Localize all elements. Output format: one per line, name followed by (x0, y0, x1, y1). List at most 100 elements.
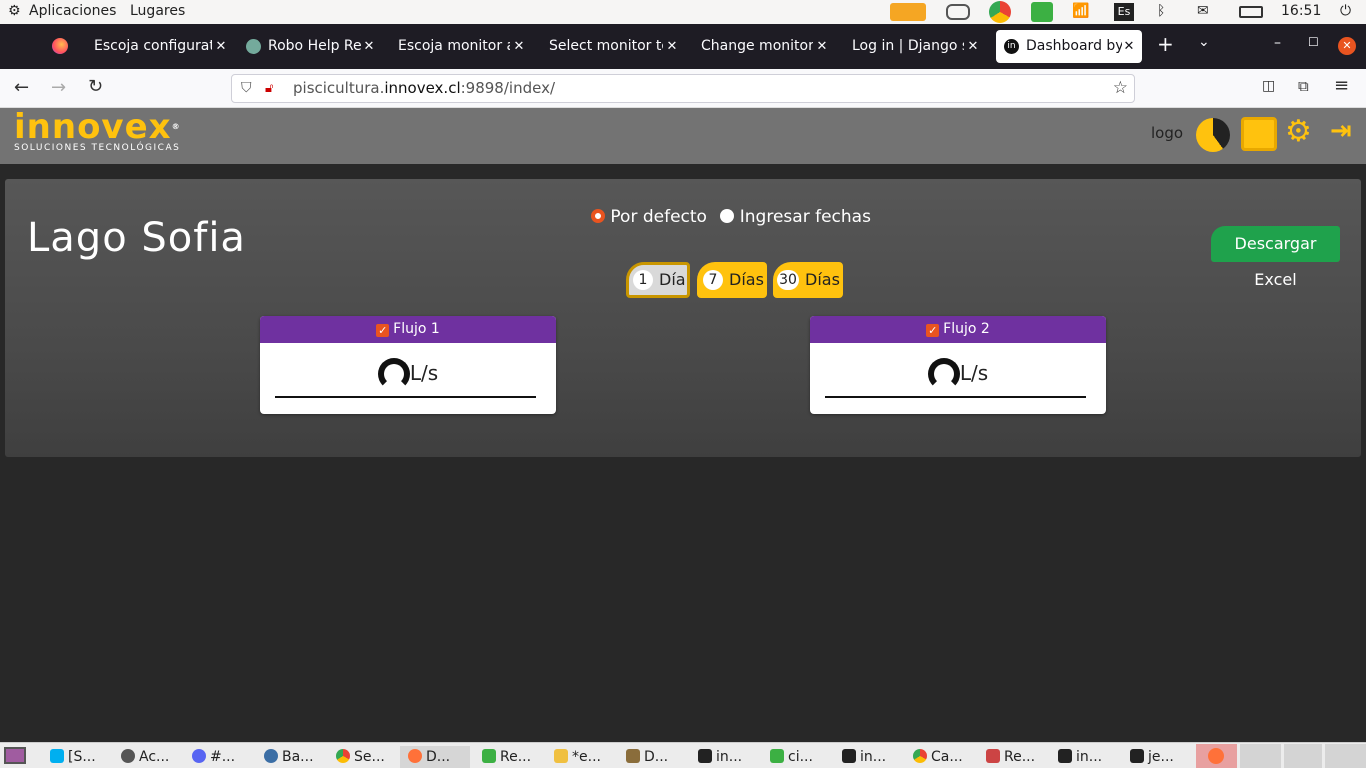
taskbar-item[interactable]: Ba... (264, 746, 314, 768)
extensions-icon[interactable]: ⧉ (1298, 77, 1309, 95)
close-icon[interactable]: ✕ (966, 30, 980, 63)
flow-card-1: ✓ Flujo 1 L/s (260, 316, 556, 414)
radio-ingresar-fechas[interactable] (720, 209, 735, 223)
clock[interactable]: 16:51 (1281, 3, 1321, 19)
tab-dashboard[interactable]: in Dashboard by ✕ (996, 30, 1142, 63)
tab-select-monitor[interactable]: Select monitor to ✕ (549, 30, 679, 63)
innovex-logo[interactable]: innovex® (14, 108, 181, 146)
workspace-2[interactable] (1240, 744, 1281, 768)
brand-subtitle: SOLUCIONES TECNOLÓGICAS (14, 143, 181, 153)
forward-arrow-icon[interactable]: → (51, 77, 66, 98)
tab-change-monitor[interactable]: Change monitor | ✕ (701, 30, 829, 63)
workspace-3[interactable] (1284, 744, 1322, 768)
discord-tray-icon[interactable] (946, 4, 970, 20)
range-30-dias-button[interactable]: 30 Días (773, 262, 843, 298)
new-tab-button[interactable]: + (1157, 32, 1174, 56)
close-icon[interactable]: ✕ (815, 30, 829, 63)
firefox-icon (1208, 748, 1224, 764)
firefox-icon[interactable] (52, 38, 68, 54)
tray-app-icon[interactable] (890, 3, 926, 21)
url-bar[interactable]: ⛉ 🔓︎ piscicultura.innovex.cl:9898/index/… (231, 74, 1135, 103)
pocket-icon[interactable]: ◫ (1262, 78, 1275, 94)
radio-por-defecto-label[interactable]: Por defecto (610, 207, 707, 227)
taskbar-item[interactable]: Ac... (121, 746, 169, 768)
reload-icon[interactable]: ↻ (88, 76, 103, 97)
firefox-icon (408, 749, 422, 763)
thunderbird-icon (264, 749, 278, 763)
message-inbox-icon[interactable] (1241, 117, 1277, 151)
close-icon[interactable]: ✕ (665, 30, 679, 63)
applications-menu[interactable]: Aplicaciones (29, 3, 116, 19)
maximize-button[interactable]: ☐ (1308, 35, 1319, 49)
taskbar-item[interactable]: #... (192, 746, 235, 768)
show-desktop-icon[interactable] (4, 747, 26, 764)
radio-por-defecto[interactable] (591, 209, 605, 223)
taskbar-item[interactable]: Re... (986, 746, 1035, 768)
tab-robo-help[interactable]: Robo Help Rec ✕ (246, 30, 376, 63)
document-icon (986, 749, 1000, 763)
checkbox-icon[interactable]: ✓ (376, 324, 390, 337)
taskbar-item[interactable]: je... (1130, 746, 1174, 768)
checkbox-icon[interactable]: ✓ (926, 324, 940, 337)
discord-icon (192, 749, 206, 763)
radio-ingresar-fechas-label[interactable]: Ingresar fechas (740, 207, 871, 227)
taskbar-item[interactable]: in... (698, 746, 742, 768)
chrome-tray-icon[interactable] (989, 1, 1011, 23)
taskbar-item[interactable]: in... (1058, 746, 1102, 768)
tab-escoja-configuracion[interactable]: Escoja configurati ✕ (94, 30, 228, 63)
pie-chart-icon[interactable] (1196, 118, 1230, 152)
minimize-button[interactable]: – (1274, 35, 1281, 51)
close-window-button[interactable]: ✕ (1338, 37, 1356, 55)
shield-icon[interactable]: ⛉ (241, 75, 252, 102)
workspace-4[interactable] (1325, 744, 1366, 768)
app-menu-icon[interactable]: ≡ (1334, 75, 1349, 96)
spreadsheet-icon (482, 749, 496, 763)
update-tray-icon[interactable] (1031, 2, 1053, 22)
taskbar-item-active[interactable]: D... (400, 746, 470, 768)
close-icon[interactable]: ✕ (362, 30, 376, 63)
tab-list-chevron-down-icon[interactable]: ⌄ (1198, 34, 1210, 50)
logout-icon[interactable]: ⇥ (1330, 116, 1352, 146)
url-text[interactable]: piscicultura.innovex.cl:9898/index/ (293, 75, 555, 102)
insecure-lock-icon[interactable]: 🔓︎ (265, 75, 273, 102)
power-icon[interactable]: ⏻ (1340, 3, 1351, 19)
download-excel-button[interactable]: Descargar Excel (1211, 226, 1340, 289)
taskbar-item[interactable]: [S... (50, 746, 96, 768)
taskbar-item[interactable]: Ca... (913, 746, 963, 768)
workspace-1[interactable] (1196, 744, 1237, 768)
bluetooth-icon[interactable]: ᛒ (1157, 3, 1165, 19)
bookmark-star-icon[interactable]: ☆ (1113, 75, 1128, 102)
innovex-favicon-icon: in (1004, 39, 1019, 54)
range-7-dias-button[interactable]: 7 Días (697, 262, 767, 298)
taskbar-item[interactable]: *e... (554, 746, 601, 768)
text-editor-icon (554, 749, 568, 763)
activities-icon[interactable]: ⚙ (8, 3, 21, 19)
close-icon[interactable]: ✕ (1122, 30, 1136, 63)
taskbar-item[interactable]: Se... (336, 746, 385, 768)
flow-card-header[interactable]: ✓ Flujo 1 (260, 316, 556, 343)
close-icon[interactable]: ✕ (214, 30, 228, 63)
taskbar-item[interactable]: ci... (770, 746, 813, 768)
page-title: Lago Sofia (27, 215, 246, 261)
places-menu[interactable]: Lugares (130, 3, 185, 19)
dashboard-page: Lago Sofia Por defecto Ingresar fechas 1… (0, 164, 1366, 742)
mail-icon[interactable]: ✉ (1197, 3, 1209, 19)
logo-text: logo (1151, 124, 1184, 142)
taskbar-item[interactable]: D... (626, 746, 668, 768)
tab-django-login[interactable]: Log in | Django sit✕ (852, 30, 980, 63)
back-arrow-icon[interactable]: ← (14, 77, 29, 98)
range-1-dia-button[interactable]: 1 Día (626, 262, 690, 298)
wifi-icon[interactable]: 📶 (1072, 3, 1089, 19)
close-icon[interactable]: ✕ (512, 30, 526, 63)
flow-value: L/s (810, 358, 1106, 390)
battery-icon[interactable] (1239, 6, 1263, 18)
taskbar-item[interactable]: Re... (482, 746, 531, 768)
settings-gears-icon[interactable]: ⚙ (1285, 114, 1312, 149)
keyboard-layout[interactable]: Es (1114, 3, 1134, 21)
tab-escoja-monitor[interactable]: Escoja monitor a r✕ (398, 30, 526, 63)
taskbar-item[interactable]: in... (842, 746, 886, 768)
terminal-icon (1058, 749, 1072, 763)
openai-icon (246, 39, 261, 54)
spreadsheet-icon (770, 749, 784, 763)
flow-card-header[interactable]: ✓ Flujo 2 (810, 316, 1106, 343)
